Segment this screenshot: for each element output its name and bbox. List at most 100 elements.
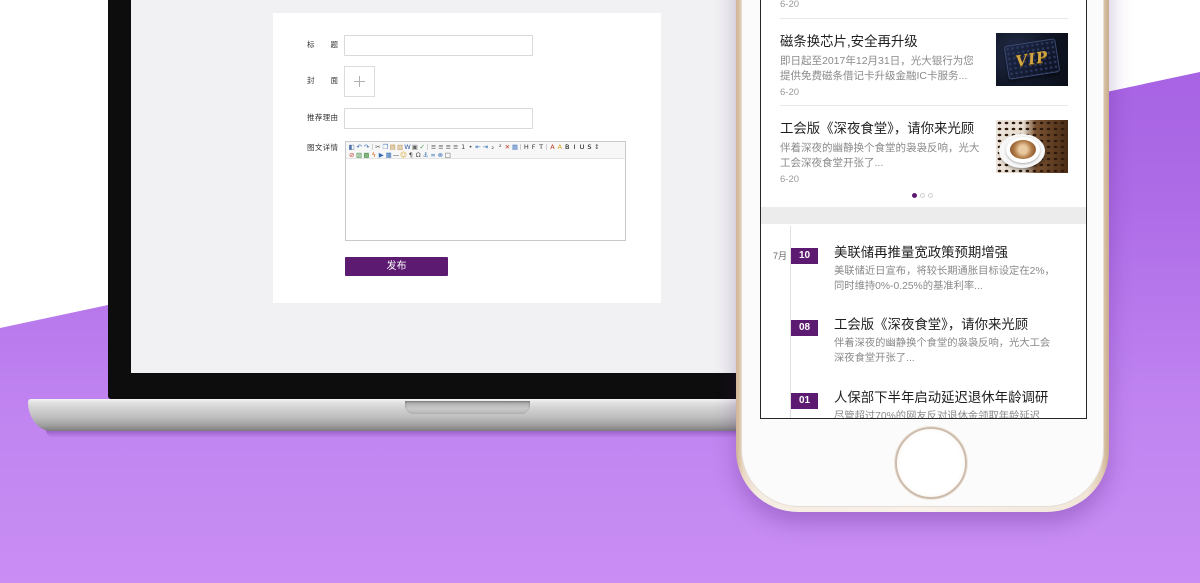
- source-icon[interactable]: ◧: [348, 143, 355, 151]
- font-color-icon[interactable]: A: [549, 143, 556, 151]
- toolbar-separator: [520, 144, 522, 150]
- special-char-icon[interactable]: Ω: [415, 151, 422, 159]
- pager-dot[interactable]: [912, 193, 917, 198]
- outdent-icon[interactable]: ⇤: [474, 143, 481, 151]
- title-label: 标题: [307, 40, 338, 49]
- heading-icon[interactable]: H: [523, 143, 530, 151]
- timeline-item[interactable]: 10 美联储再推量宽政策预期增强 美联储近日宣布，将较长期通胀目标设定在2%， …: [761, 246, 1086, 318]
- subscript-icon[interactable]: ₂: [489, 143, 496, 151]
- anchor-icon[interactable]: ⚓: [422, 151, 429, 159]
- timeline-title: 工会版《深夜食堂》，请你来光顾: [834, 317, 1029, 332]
- strikethrough-icon[interactable]: S: [586, 143, 593, 151]
- timeline-desc: 伴着深夜的幽静换个食堂的袅袅反响，光大工会: [834, 338, 1051, 349]
- timeline-title: 美联储再推量宽政策预期增强: [834, 245, 1009, 260]
- detail-label: 图文详情: [307, 143, 338, 152]
- cover-upload-button[interactable]: [344, 66, 375, 97]
- divider: [780, 18, 1068, 19]
- toolbar-separator: [371, 144, 373, 150]
- flash-icon[interactable]: ϟ: [370, 151, 377, 159]
- undo-icon[interactable]: ↶: [355, 143, 362, 151]
- article-form: 标题 封面 推荐理由 图文详情 ◧ ↶ ↷ ✂ ❐ ▤ ▥ W ▣ ✓ ≡ ≡ ≡ ≡ 1 • ⇤ ⇥ ₂ ² ✕ ▦ H F…: [273, 13, 661, 303]
- line-height-icon[interactable]: ↕: [593, 143, 600, 151]
- cut-icon[interactable]: ✂: [374, 143, 381, 151]
- align-right-icon[interactable]: ≡: [445, 143, 452, 151]
- align-justify-icon[interactable]: ≡: [452, 143, 459, 151]
- ordered-list-icon[interactable]: 1: [459, 143, 466, 151]
- laptop-notch: [405, 401, 530, 414]
- print-icon[interactable]: ▣: [411, 143, 418, 151]
- unlink-icon[interactable]: ⊗: [437, 151, 444, 159]
- remove-format-icon[interactable]: ⊘: [348, 151, 355, 159]
- media-icon[interactable]: ▶: [378, 151, 385, 159]
- vip-card-logo: VIP: [1014, 47, 1050, 71]
- toolbar-separator: [427, 144, 429, 150]
- timeline-item[interactable]: 08 工会版《深夜食堂》，请你来光顾 伴着深夜的幽静换个食堂的袅袅反响，光大工会…: [761, 318, 1086, 390]
- laptop-base: [28, 399, 768, 431]
- vip-card: VIP: [1003, 38, 1061, 80]
- font-size-icon[interactable]: T: [537, 143, 544, 151]
- timeline-desc: 尽管超过70%的网友反对退休金领取年龄延迟: [834, 411, 1040, 419]
- timeline-desc: 深夜食堂开张了...: [834, 353, 915, 364]
- timeline-day-badge: 01: [791, 393, 818, 409]
- divider: [780, 105, 1068, 106]
- news-date: 6-20: [780, 174, 800, 185]
- paste-icon[interactable]: ▤: [389, 143, 396, 151]
- clear-format-icon[interactable]: ✕: [504, 143, 511, 151]
- horizontal-rule-icon[interactable]: —: [392, 151, 400, 159]
- pager-dot[interactable]: [928, 193, 933, 198]
- publish-button[interactable]: 发布: [345, 257, 448, 276]
- emoticon-icon[interactable]: ☺: [400, 151, 407, 159]
- spellcheck-icon[interactable]: ✓: [419, 143, 426, 151]
- redo-icon[interactable]: ↷: [363, 143, 370, 151]
- timeline-item[interactable]: 01 人保部下半年启动延迟退休年龄调研 尽管超过70%的网友反对退休金领取年龄延…: [761, 391, 1086, 419]
- news-item[interactable]: 磁条换芯片,安全再升级 即日起至2017年12月31日，光大银行为您 提供免费磁…: [761, 26, 1086, 106]
- timeline-desc: 美联储近日宣布，将较长期通胀目标设定在2%，: [834, 266, 1055, 277]
- paste-text-icon[interactable]: ▥: [396, 143, 403, 151]
- fullscreen-icon[interactable]: □: [444, 151, 451, 159]
- insert-table-icon[interactable]: ▦: [385, 151, 392, 159]
- align-center-icon[interactable]: ≡: [437, 143, 444, 151]
- page-break-icon[interactable]: ¶: [407, 151, 414, 159]
- bold-icon[interactable]: B: [564, 143, 571, 151]
- section-separator: [761, 207, 1086, 224]
- multi-image-icon[interactable]: ▩: [363, 151, 370, 159]
- coffee-cup-image: [996, 120, 1068, 173]
- image-icon[interactable]: ▨: [355, 151, 362, 159]
- rich-text-editor: ◧ ↶ ↷ ✂ ❐ ▤ ▥ W ▣ ✓ ≡ ≡ ≡ ≡ 1 • ⇤ ⇥ ₂ ² ✕ ▦ H F T A A B I U S ↕ ⊘ ▨ ▩ ϟ ▶ ▦ — ☺…: [345, 141, 626, 241]
- stage: 标题 封面 推荐理由 图文详情 ◧ ↶ ↷ ✂ ❐ ▤ ▥ W ▣ ✓ ≡ ≡ ≡ ≡ 1 • ⇤ ⇥ ₂ ² ✕ ▦ H F…: [0, 0, 1200, 583]
- carousel-pager: [912, 193, 933, 198]
- title-input[interactable]: [344, 35, 533, 56]
- highlight-color-icon[interactable]: A: [556, 143, 563, 151]
- superscript-icon[interactable]: ²: [496, 143, 503, 151]
- editor-content-area[interactable]: [346, 159, 625, 240]
- cover-label: 封面: [307, 76, 338, 85]
- timeline-day-badge: 10: [791, 248, 818, 264]
- toolbar-separator: [546, 144, 548, 150]
- link-icon[interactable]: ∞: [429, 151, 436, 159]
- news-desc: 提供免费磁条借记卡升级金融IC卡服务...: [780, 70, 968, 82]
- vip-card-image: VIP: [996, 33, 1068, 86]
- unordered-list-icon[interactable]: •: [467, 143, 474, 151]
- italic-icon[interactable]: I: [571, 143, 578, 151]
- toolbar-row: ◧ ↶ ↷ ✂ ❐ ▤ ▥ W ▣ ✓ ≡ ≡ ≡ ≡ 1 • ⇤ ⇥ ₂ ² ✕ ▦ H F T A A B I U S ↕: [348, 143, 623, 151]
- underline-icon[interactable]: U: [578, 143, 585, 151]
- editor-toolbar: ◧ ↶ ↷ ✂ ❐ ▤ ▥ W ▣ ✓ ≡ ≡ ≡ ≡ 1 • ⇤ ⇥ ₂ ² ✕ ▦ H F T A A B I U S ↕ ⊘ ▨ ▩ ϟ ▶ ▦ — ☺…: [346, 142, 625, 159]
- news-title: 工会版《深夜食堂》，请你来光顾: [780, 121, 975, 136]
- align-left-icon[interactable]: ≡: [430, 143, 437, 151]
- news-date: 6-20: [780, 0, 800, 10]
- phone-screen: 6-20 磁条换芯片,安全再升级 即日起至2017年12月31日，光大银行为您 …: [760, 0, 1087, 419]
- font-family-icon[interactable]: F: [530, 143, 537, 151]
- news-desc: 伴着深夜的幽静换个食堂的袅袅反响，光大: [780, 142, 980, 154]
- coffee: [1010, 140, 1036, 159]
- news-date: 6-20: [780, 87, 800, 98]
- plus-icon: [354, 76, 365, 87]
- paste-word-icon[interactable]: W: [404, 143, 411, 151]
- copy-icon[interactable]: ❐: [382, 143, 389, 151]
- indent-icon[interactable]: ⇥: [482, 143, 489, 151]
- news-desc: 工会深夜食堂开张了...: [780, 157, 884, 169]
- pager-dot[interactable]: [920, 193, 925, 198]
- reason-input[interactable]: [344, 108, 533, 129]
- home-button[interactable]: [895, 427, 967, 499]
- select-all-icon[interactable]: ▦: [511, 143, 518, 151]
- news-item[interactable]: 工会版《深夜食堂》，请你来光顾 伴着深夜的幽静换个食堂的袅袅反响，光大 工会深夜…: [761, 113, 1086, 193]
